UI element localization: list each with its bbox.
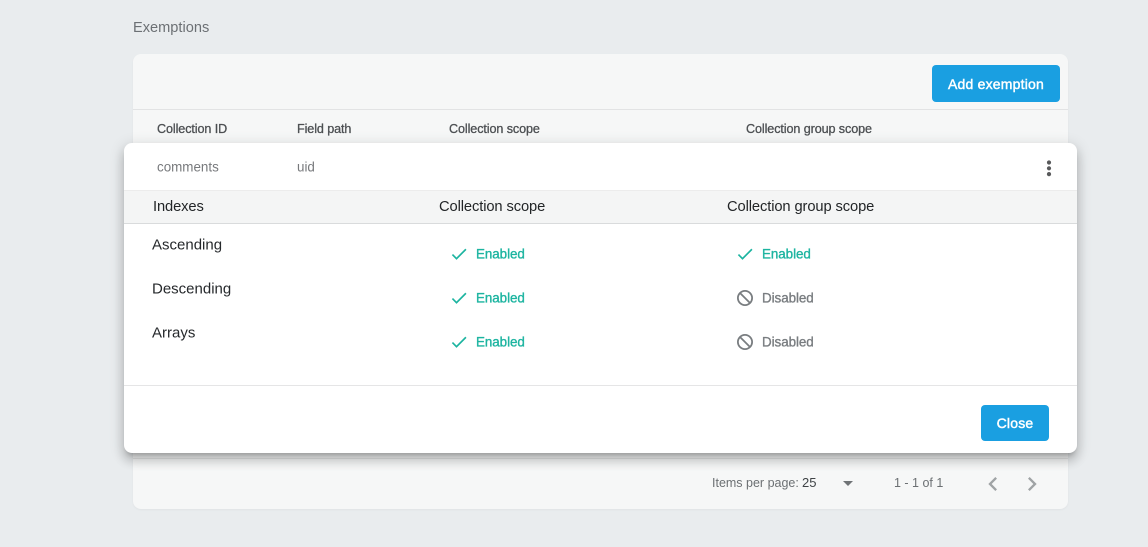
- block-icon: [735, 332, 755, 352]
- collection-scope-header: Collection scope: [439, 199, 545, 215]
- index-row-label: Arrays: [152, 324, 195, 341]
- column-header-collection-scope: Collection scope: [449, 122, 540, 136]
- page-title: Exemptions: [133, 20, 209, 36]
- index-row-ascending: AscendingEnabledEnabled: [124, 224, 1077, 268]
- check-icon: [735, 244, 755, 264]
- page: Exemptions Add exemption Collection ID F…: [0, 0, 1148, 547]
- paginator: Items per page: 25 1 - 1 of 1: [133, 458, 1068, 509]
- indexes-header: Indexes: [153, 199, 204, 215]
- items-per-page-label: Items per page:: [712, 476, 799, 490]
- indexes-header-row: Indexes Collection scope Collection grou…: [124, 190, 1077, 224]
- next-page-icon[interactable]: [1018, 470, 1046, 498]
- page-size-dropdown-icon[interactable]: [836, 471, 860, 495]
- close-button[interactable]: Close: [981, 405, 1049, 441]
- column-header-field-path: Field path: [297, 122, 351, 136]
- index-row-label: Descending: [152, 280, 231, 297]
- index-row-label: Ascending: [152, 236, 222, 253]
- check-icon: [449, 244, 469, 264]
- index-row-descending: DescendingEnabledDisabled: [124, 268, 1077, 312]
- page-size-value[interactable]: 25: [802, 475, 816, 490]
- collection-group-scope-header: Collection group scope: [727, 199, 874, 215]
- exemption-row: comments uid: [124, 143, 1077, 190]
- block-icon: [735, 288, 755, 308]
- add-exemption-button[interactable]: Add exemption: [932, 65, 1060, 102]
- previous-page-icon[interactable]: [979, 470, 1007, 498]
- exemption-field-path: uid: [297, 159, 315, 174]
- column-header-collection-id: Collection ID: [157, 122, 227, 136]
- card-toolbar: Add exemption: [133, 54, 1068, 110]
- more-options-icon[interactable]: [1035, 155, 1063, 183]
- index-row-arrays: ArraysEnabledDisabled: [124, 312, 1077, 356]
- dialog-rows: AscendingEnabledEnabledDescendingEnabled…: [124, 224, 1077, 385]
- check-icon: [449, 288, 469, 308]
- column-header-collection-group-scope: Collection group scope: [746, 122, 872, 136]
- table-header: Collection ID Field path Collection scop…: [133, 111, 1068, 147]
- check-icon: [449, 332, 469, 352]
- exemption-details-dialog: comments uid Indexes Collection scope Co…: [124, 143, 1077, 453]
- exemption-collection-id: comments: [157, 159, 219, 174]
- page-range-label: 1 - 1 of 1: [894, 476, 943, 490]
- dialog-footer: Close: [124, 385, 1077, 453]
